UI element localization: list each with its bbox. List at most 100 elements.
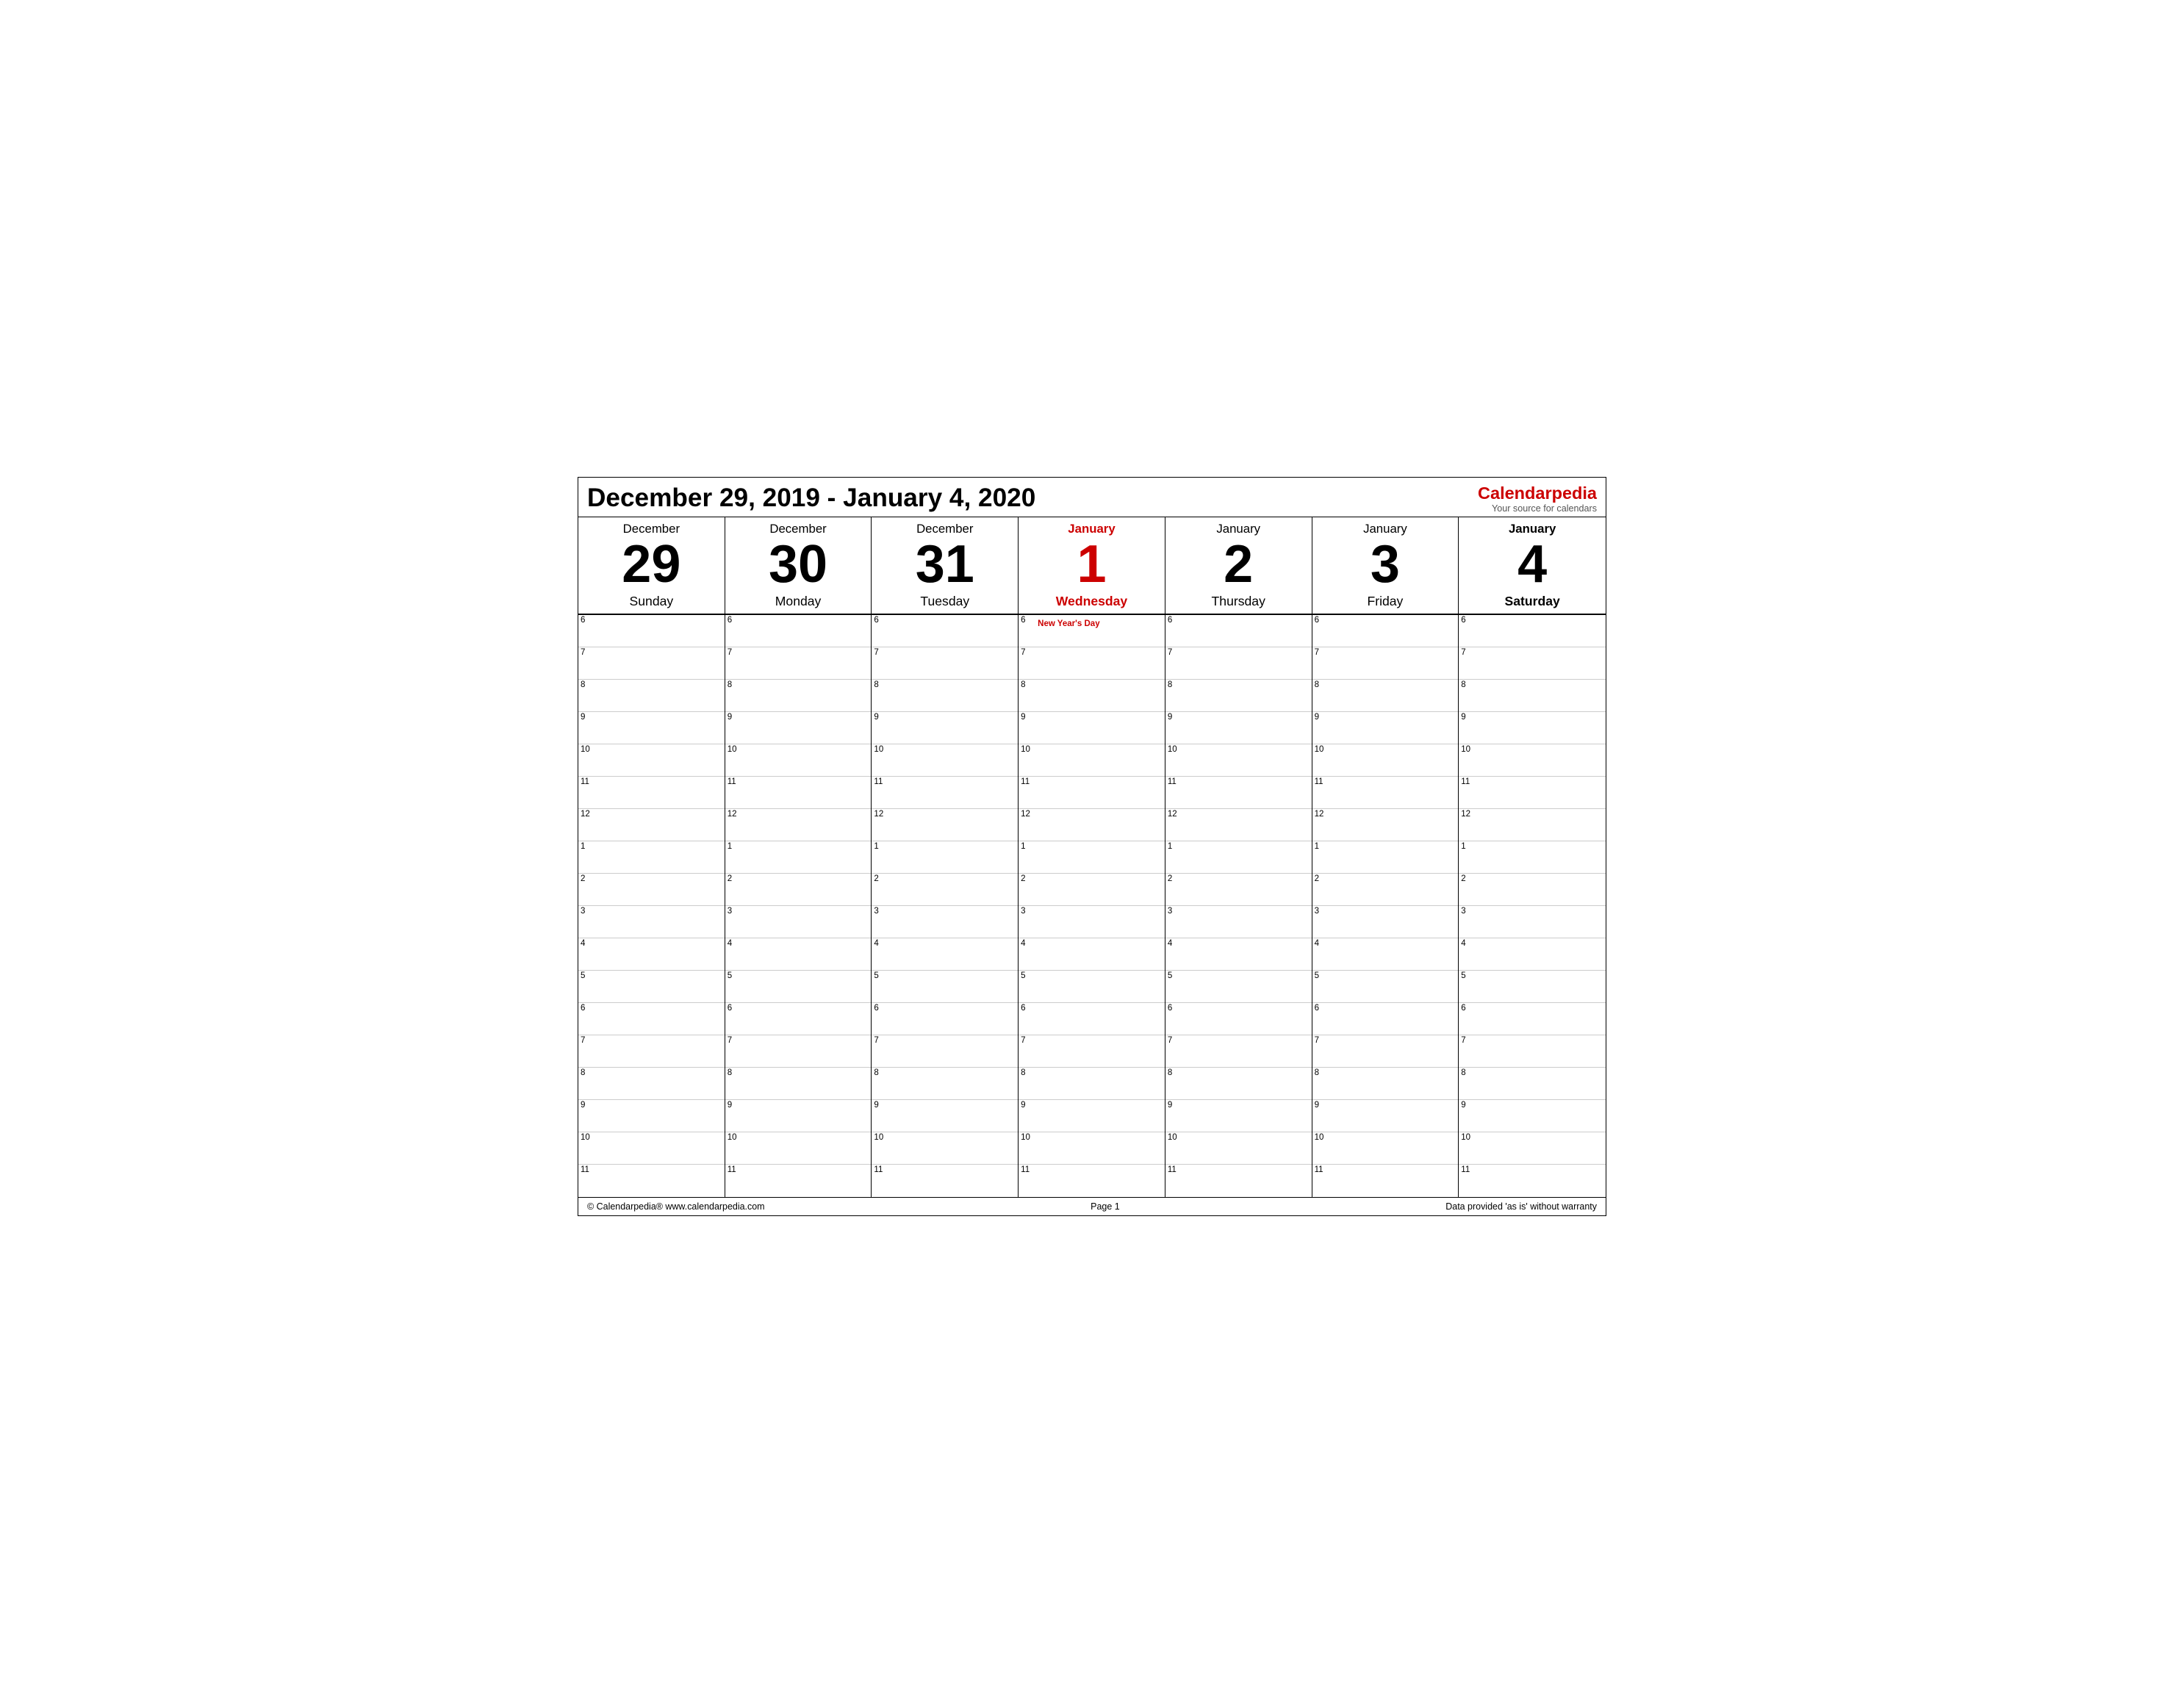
time-slot-content-2-1[interactable] [888,647,1018,679]
time-slot-content-6-12[interactable] [1475,1003,1606,1035]
time-slot-content-3-7[interactable] [1035,841,1165,873]
time-slot-content-1-17[interactable] [741,1165,872,1197]
time-slot-content-4-11[interactable] [1182,971,1312,1002]
time-slot-content-3-5[interactable] [1035,777,1165,808]
time-slot-content-6-15[interactable] [1475,1100,1606,1132]
time-slot-content-1-4[interactable] [741,744,872,776]
time-slot-content-0-15[interactable] [595,1100,725,1132]
time-slot-content-2-8[interactable] [888,874,1018,905]
time-slot-content-1-7[interactable] [741,841,872,873]
time-slot-content-4-17[interactable] [1182,1165,1312,1197]
time-slot-content-3-12[interactable] [1035,1003,1165,1035]
time-slot-content-4-1[interactable] [1182,647,1312,679]
time-slot-content-5-7[interactable] [1329,841,1459,873]
time-slot-content-0-8[interactable] [595,874,725,905]
time-slot-content-5-9[interactable] [1329,906,1459,938]
time-slot-content-1-9[interactable] [741,906,872,938]
time-slot-content-6-0[interactable] [1475,615,1606,647]
time-slot-content-0-7[interactable] [595,841,725,873]
time-slot-content-0-1[interactable] [595,647,725,679]
time-slot-content-2-2[interactable] [888,680,1018,711]
time-slot-content-1-6[interactable] [741,809,872,841]
time-slot-content-2-10[interactable] [888,938,1018,970]
time-slot-content-0-16[interactable] [595,1132,725,1164]
time-slot-content-6-8[interactable] [1475,874,1606,905]
time-slot-content-1-2[interactable] [741,680,872,711]
time-slot-content-5-10[interactable] [1329,938,1459,970]
time-slot-content-4-0[interactable] [1182,615,1312,647]
time-slot-content-1-5[interactable] [741,777,872,808]
time-slot-content-3-11[interactable] [1035,971,1165,1002]
time-slot-content-3-2[interactable] [1035,680,1165,711]
time-slot-content-1-8[interactable] [741,874,872,905]
time-slot-content-3-13[interactable] [1035,1035,1165,1067]
time-slot-content-5-3[interactable] [1329,712,1459,744]
time-slot-content-0-9[interactable] [595,906,725,938]
time-slot-content-6-4[interactable] [1475,744,1606,776]
time-slot-content-2-13[interactable] [888,1035,1018,1067]
time-slot-content-4-8[interactable] [1182,874,1312,905]
time-slot-content-4-12[interactable] [1182,1003,1312,1035]
time-slot-content-1-16[interactable] [741,1132,872,1164]
time-slot-content-4-7[interactable] [1182,841,1312,873]
time-slot-content-1-12[interactable] [741,1003,872,1035]
time-slot-content-6-3[interactable] [1475,712,1606,744]
time-slot-content-5-4[interactable] [1329,744,1459,776]
time-slot-content-0-6[interactable] [595,809,725,841]
time-slot-content-4-3[interactable] [1182,712,1312,744]
time-slot-content-3-0[interactable]: New Year's Day [1035,615,1165,647]
time-slot-content-0-4[interactable] [595,744,725,776]
time-slot-content-5-2[interactable] [1329,680,1459,711]
time-slot-content-0-3[interactable] [595,712,725,744]
time-slot-content-3-8[interactable] [1035,874,1165,905]
time-slot-content-6-10[interactable] [1475,938,1606,970]
time-slot-content-3-16[interactable] [1035,1132,1165,1164]
time-slot-content-3-1[interactable] [1035,647,1165,679]
time-slot-content-4-9[interactable] [1182,906,1312,938]
time-slot-content-2-5[interactable] [888,777,1018,808]
time-slot-content-1-11[interactable] [741,971,872,1002]
time-slot-content-3-3[interactable] [1035,712,1165,744]
time-slot-content-4-15[interactable] [1182,1100,1312,1132]
time-slot-content-5-15[interactable] [1329,1100,1459,1132]
time-slot-content-1-14[interactable] [741,1068,872,1099]
time-slot-content-3-9[interactable] [1035,906,1165,938]
time-slot-content-1-10[interactable] [741,938,872,970]
time-slot-content-0-12[interactable] [595,1003,725,1035]
time-slot-content-6-14[interactable] [1475,1068,1606,1099]
time-slot-content-4-16[interactable] [1182,1132,1312,1164]
time-slot-content-5-0[interactable] [1329,615,1459,647]
time-slot-content-2-11[interactable] [888,971,1018,1002]
time-slot-content-2-3[interactable] [888,712,1018,744]
time-slot-content-1-15[interactable] [741,1100,872,1132]
time-slot-content-4-5[interactable] [1182,777,1312,808]
time-slot-content-6-2[interactable] [1475,680,1606,711]
time-slot-content-6-17[interactable] [1475,1165,1606,1197]
time-slot-content-5-16[interactable] [1329,1132,1459,1164]
time-slot-content-2-4[interactable] [888,744,1018,776]
time-slot-content-5-13[interactable] [1329,1035,1459,1067]
time-slot-content-5-1[interactable] [1329,647,1459,679]
time-slot-content-4-6[interactable] [1182,809,1312,841]
time-slot-content-4-2[interactable] [1182,680,1312,711]
time-slot-content-3-15[interactable] [1035,1100,1165,1132]
time-slot-content-6-11[interactable] [1475,971,1606,1002]
time-slot-content-0-11[interactable] [595,971,725,1002]
time-slot-content-3-14[interactable] [1035,1068,1165,1099]
time-slot-content-6-9[interactable] [1475,906,1606,938]
time-slot-content-2-16[interactable] [888,1132,1018,1164]
time-slot-content-6-6[interactable] [1475,809,1606,841]
time-slot-content-0-2[interactable] [595,680,725,711]
time-slot-content-4-10[interactable] [1182,938,1312,970]
time-slot-content-4-14[interactable] [1182,1068,1312,1099]
time-slot-content-2-14[interactable] [888,1068,1018,1099]
time-slot-content-0-5[interactable] [595,777,725,808]
time-slot-content-5-6[interactable] [1329,809,1459,841]
time-slot-content-2-15[interactable] [888,1100,1018,1132]
time-slot-content-1-13[interactable] [741,1035,872,1067]
time-slot-content-3-4[interactable] [1035,744,1165,776]
time-slot-content-2-17[interactable] [888,1165,1018,1197]
time-slot-content-1-0[interactable] [741,615,872,647]
time-slot-content-2-9[interactable] [888,906,1018,938]
time-slot-content-0-0[interactable] [595,615,725,647]
